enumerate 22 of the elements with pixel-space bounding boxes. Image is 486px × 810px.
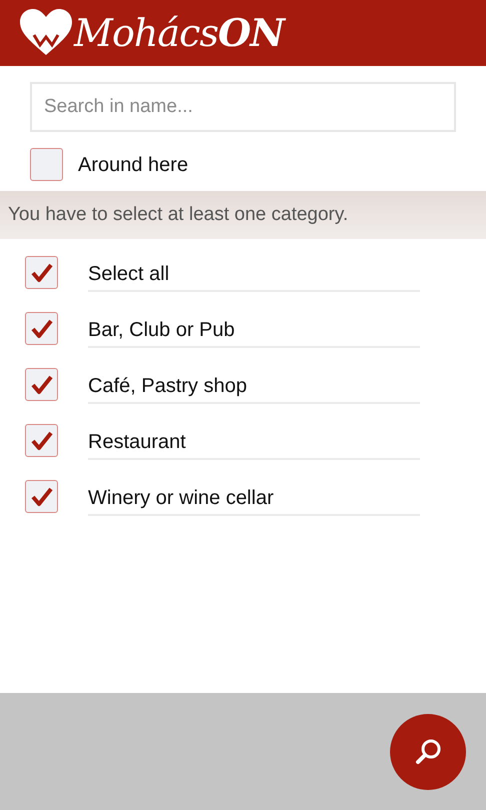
category-label: Winery or wine cellar	[88, 477, 420, 516]
category-label: Café, Pastry shop	[88, 365, 420, 404]
category-label: Restaurant	[88, 421, 420, 460]
checkmark-icon	[30, 430, 52, 450]
checkbox[interactable]	[30, 148, 63, 181]
checkbox[interactable]	[25, 368, 58, 401]
checkbox[interactable]	[25, 424, 58, 457]
heart-logo-icon	[20, 9, 72, 57]
checkbox[interactable]	[25, 256, 58, 289]
category-label: Bar, Club or Pub	[88, 309, 420, 348]
checkmark-icon	[30, 486, 52, 506]
checkmark-icon	[30, 318, 52, 338]
checkmark-icon	[30, 374, 52, 394]
app-logo: MohácsON	[74, 14, 284, 52]
category-label: Select all	[88, 253, 420, 292]
search-icon	[414, 738, 442, 766]
checkmark-icon	[30, 262, 52, 282]
checkbox[interactable]	[25, 480, 58, 513]
checkbox-label: Around here	[78, 152, 188, 178]
warning-banner: You have to select at least one category.	[0, 191, 486, 239]
checkbox[interactable]	[25, 312, 58, 345]
search-field[interactable]: Search in name...	[30, 82, 456, 132]
